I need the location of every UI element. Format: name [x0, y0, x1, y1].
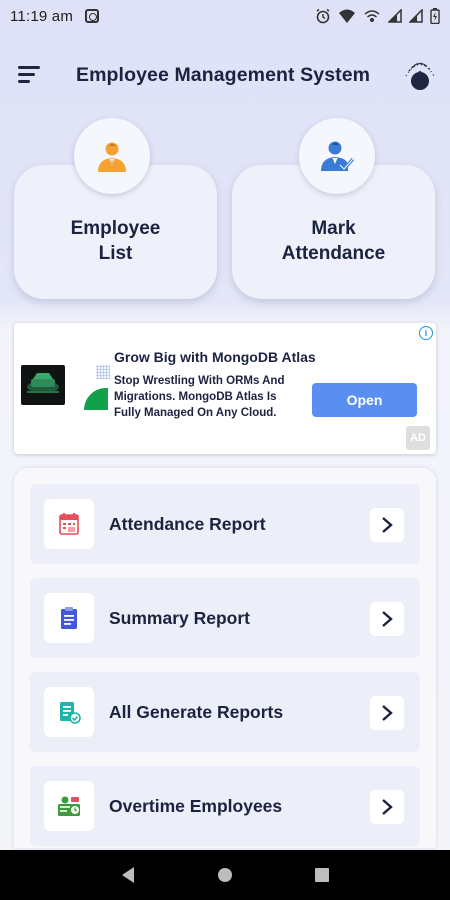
- summary-report-icon-box: [44, 593, 94, 643]
- calendar-report-icon: [59, 513, 79, 535]
- document-check-icon: [60, 702, 81, 724]
- summary-report-arrow[interactable]: [370, 602, 404, 636]
- status-time: 11:19 am: [10, 7, 74, 25]
- all-generate-reports-item[interactable]: All Generate Reports: [30, 672, 420, 752]
- wifi-icon: [339, 9, 355, 23]
- overtime-employees-arrow[interactable]: [370, 790, 404, 824]
- mark-attendance-label: Mark Attendance: [281, 218, 386, 264]
- employee-list-label: Employee List: [70, 218, 161, 264]
- notification-icon: [85, 9, 100, 23]
- employee-check-icon: [321, 141, 355, 172]
- fingerprint-logout-icon[interactable]: [400, 56, 438, 94]
- back-button[interactable]: [113, 860, 143, 890]
- info-icon[interactable]: i: [419, 326, 433, 340]
- recents-button[interactable]: [307, 860, 337, 890]
- battery-icon: [430, 8, 440, 24]
- attendance-report-item[interactable]: Attendance Report: [30, 484, 420, 564]
- ad-image: [21, 365, 65, 405]
- home-circle-icon: [217, 868, 232, 882]
- ad-decoration-shape: [84, 388, 108, 410]
- chevron-right-icon: [382, 799, 393, 815]
- menu-icon[interactable]: [18, 66, 42, 86]
- recents-square-icon: [314, 868, 329, 882]
- reports-panel: Attendance Report Summary Report All Gen…: [14, 468, 436, 848]
- mark-attendance-badge: [299, 118, 375, 194]
- back-triangle-icon: [122, 867, 135, 883]
- attendance-report-icon-box: [44, 499, 94, 549]
- summary-report-item[interactable]: Summary Report: [30, 578, 420, 658]
- attendance-report-label: Attendance Report: [109, 514, 266, 534]
- chevron-right-icon: [382, 611, 393, 627]
- home-button[interactable]: [210, 860, 240, 890]
- attendance-report-arrow[interactable]: [370, 508, 404, 542]
- chevron-right-icon: [382, 705, 393, 721]
- chevron-right-icon: [382, 517, 393, 533]
- overtime-employees-label: Overtime Employees: [109, 796, 283, 816]
- signal-icon-1: [388, 9, 402, 23]
- app-header: Employee Management System: [0, 50, 450, 102]
- hotspot-icon: [364, 10, 380, 22]
- all-generate-reports-arrow[interactable]: [370, 696, 404, 730]
- summary-report-label: Summary Report: [109, 608, 251, 628]
- system-nav-bar: [0, 850, 450, 900]
- ad-badge: AD: [406, 426, 430, 450]
- overtime-employees-icon-box: [44, 781, 94, 831]
- employee-list-badge: [74, 118, 150, 194]
- page-title: Employee Management System: [76, 64, 371, 86]
- overtime-icon: [58, 796, 80, 816]
- app-screen: 11:19 am Employee Management System Empl…: [0, 0, 450, 900]
- overtime-employees-item[interactable]: Overtime Employees: [30, 766, 420, 846]
- all-generate-reports-icon-box: [44, 687, 94, 737]
- clipboard-icon: [61, 607, 77, 629]
- ad-banner[interactable]: i Grow Big with MongoDB Atlas Stop Wrest…: [14, 323, 436, 454]
- ad-title: Grow Big with MongoDB Atlas: [114, 349, 316, 365]
- ad-open-button[interactable]: Open: [312, 383, 417, 417]
- employee-icon: [98, 142, 126, 172]
- alarm-icon: [316, 8, 330, 24]
- all-generate-reports-label: All Generate Reports: [109, 702, 284, 722]
- signal-icon-2: [409, 9, 423, 23]
- status-icons: [315, 8, 440, 24]
- status-bar: 11:19 am: [0, 0, 450, 32]
- ad-decoration: [96, 365, 110, 379]
- ad-text: Stop Wrestling With ORMs And Migrations.…: [114, 375, 285, 419]
